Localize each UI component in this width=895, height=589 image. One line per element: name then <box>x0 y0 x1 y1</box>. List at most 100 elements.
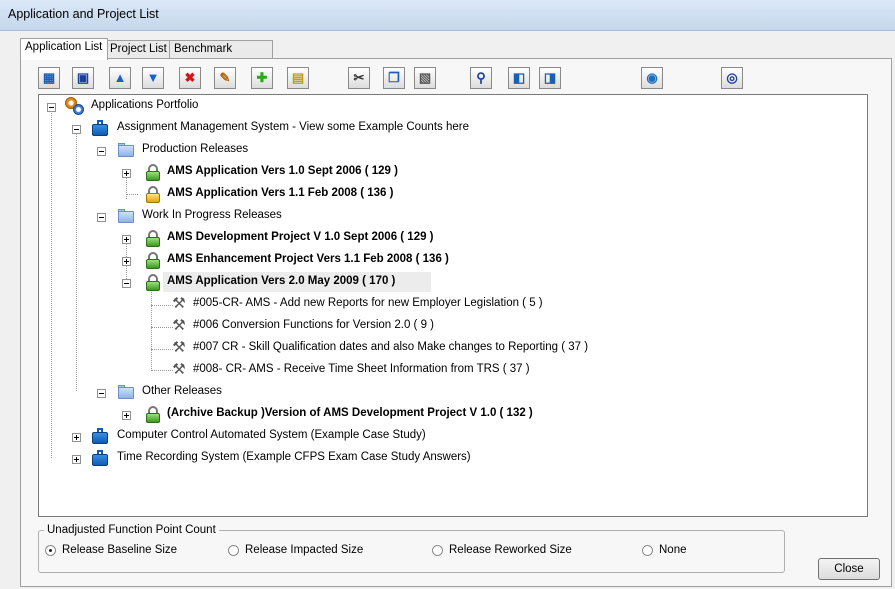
node-label: AMS Application Vers 2.0 May 2009 ( 170 … <box>167 275 396 287</box>
lock-open-icon <box>144 273 162 291</box>
node-label: (Archive Backup )Version of AMS Developm… <box>167 407 533 419</box>
window-title: Application and Project List <box>8 7 159 21</box>
arrow-up-icon: ▲ <box>113 70 127 85</box>
open-button[interactable]: ▦ <box>38 67 60 89</box>
tree-node-ams-v11[interactable]: AMS Application Vers 1.1 Feb 2008 ( 136 … <box>39 185 439 205</box>
tree-node-ams-v10[interactable]: AMS Application Vers 1.0 Sept 2006 ( 129… <box>39 163 439 183</box>
briefcase-icon <box>91 449 109 467</box>
radio-label: Release Reworked Size <box>449 544 572 556</box>
expand-toggle[interactable] <box>122 235 131 244</box>
paste-button[interactable]: ▧ <box>414 67 436 89</box>
radio-indicator[interactable] <box>432 545 443 556</box>
collapse-toggle[interactable] <box>72 125 81 134</box>
node-label: Time Recording System (Example CFPS Exam… <box>117 451 471 463</box>
next-icon: ◨ <box>543 70 557 85</box>
arrow-down-icon: ▼ <box>146 70 160 85</box>
lock-green-icon <box>144 229 162 247</box>
expand-toggle[interactable] <box>72 455 81 464</box>
change-request-icon: ⚒ <box>172 295 186 312</box>
snapshot-button[interactable]: ◉ <box>641 67 663 89</box>
expand-toggle[interactable] <box>72 433 81 442</box>
change-request-icon: ⚒ <box>172 339 186 356</box>
tree-node-ams-dev[interactable]: AMS Development Project V 1.0 Sept 2006 … <box>39 229 479 249</box>
ufp-legend: Unadjusted Function Point Count <box>44 524 219 536</box>
collapse-toggle[interactable] <box>97 213 106 222</box>
lock-green-icon <box>144 251 162 269</box>
tree-node-cr-005[interactable]: ⚒ #005-CR- AMS - Add new Reports for new… <box>39 295 542 315</box>
lock-yellow-icon <box>144 185 162 203</box>
copy-button[interactable]: ❐ <box>383 67 405 89</box>
collapse-toggle[interactable] <box>122 279 131 288</box>
tree-node-cr-007[interactable]: ⚒ #007 CR - Skill Qualification dates an… <box>39 339 599 359</box>
briefcase-icon <box>91 119 109 137</box>
title-bar: Application and Project List <box>0 0 895 31</box>
lock-green-icon <box>144 163 162 181</box>
node-label: #006 Conversion Functions for Version 2.… <box>193 319 434 331</box>
portfolio-icon <box>65 97 84 115</box>
close-button[interactable]: Close <box>818 558 880 580</box>
folder-icon <box>117 141 135 159</box>
refresh-button[interactable]: ◎ <box>721 67 743 89</box>
expand-toggle[interactable] <box>122 257 131 266</box>
refresh-icon: ◎ <box>726 70 738 85</box>
tree-node-ams[interactable]: Assignment Management System - View some… <box>39 119 469 139</box>
node-label: Computer Control Automated System (Examp… <box>117 429 426 441</box>
tree-node-production-releases[interactable]: Production Releases <box>39 141 259 161</box>
expand-toggle[interactable] <box>122 411 131 420</box>
collapse-toggle[interactable] <box>97 389 106 398</box>
previous-icon: ◧ <box>512 70 526 85</box>
edit-button[interactable]: ✎ <box>214 67 236 89</box>
tree-node-cr-006[interactable]: ⚒ #006 Conversion Functions for Version … <box>39 317 459 337</box>
tree-node-cr-008[interactable]: ⚒ #008- CR- AMS - Receive Time Sheet Inf… <box>39 361 539 381</box>
previous-button[interactable]: ◧ <box>508 67 530 89</box>
tree-node-root[interactable]: Applications Portfolio <box>39 97 239 117</box>
node-label: Production Releases <box>142 143 249 155</box>
radio-label: Release Baseline Size <box>62 544 178 556</box>
tree-node-archive[interactable]: (Archive Backup )Version of AMS Developm… <box>39 405 579 425</box>
radio-indicator[interactable] <box>45 545 56 556</box>
save-button[interactable]: ▣ <box>72 67 94 89</box>
radio-label: Release Impacted Size <box>245 544 364 556</box>
tree-node-wip-releases[interactable]: Work In Progress Releases <box>39 207 299 227</box>
node-label: #005-CR- AMS - Add new Reports for new E… <box>193 297 543 309</box>
collapse-toggle[interactable] <box>97 147 106 156</box>
tab-benchmark-metrics[interactable]: Benchmark Metrics <box>169 40 273 72</box>
tree-node-ams-v20[interactable]: AMS Application Vers 2.0 May 2009 ( 170 … <box>39 273 439 293</box>
find-button[interactable]: ⚲ <box>470 67 492 89</box>
tree-node-ams-enhancement[interactable]: AMS Enhancement Project Vers 1.1 Feb 200… <box>39 251 489 271</box>
cut-icon: ✂ <box>353 70 365 85</box>
radio-indicator[interactable] <box>642 545 653 556</box>
tab-application-list[interactable]: Application List <box>20 38 108 60</box>
change-request-icon: ⚒ <box>172 361 186 378</box>
tree-node-computer-control[interactable]: Computer Control Automated System (Examp… <box>39 427 439 447</box>
radio-label: None <box>659 544 687 556</box>
add-button[interactable]: ✚ <box>251 67 273 89</box>
tab-project-list[interactable]: Project List <box>105 40 173 59</box>
cut-button[interactable]: ✂ <box>348 67 370 89</box>
collapse-toggle[interactable] <box>47 103 56 112</box>
node-label: #007 CR - Skill Qualification dates and … <box>193 341 589 353</box>
move-up-button[interactable]: ▲ <box>109 67 131 89</box>
delete-button[interactable]: ✖ <box>179 67 201 89</box>
next-button[interactable]: ◨ <box>539 67 561 89</box>
node-label: AMS Development Project V 1.0 Sept 2006 … <box>167 231 434 243</box>
paste-icon: ▧ <box>418 70 432 85</box>
delete-icon: ✖ <box>184 70 196 85</box>
save-icon: ▣ <box>76 70 90 85</box>
tree-node-time-recording[interactable]: Time Recording System (Example CFPS Exam… <box>39 449 471 469</box>
folder-icon <box>117 383 135 401</box>
briefcase-icon <box>91 427 109 445</box>
camera-icon: ◉ <box>646 70 658 85</box>
node-label: AMS Application Vers 1.1 Feb 2008 ( 136 … <box>167 187 394 199</box>
radio-indicator[interactable] <box>228 545 239 556</box>
application-tree[interactable]: Applications Portfolio Assignment Manage… <box>38 94 868 517</box>
tree-node-other-releases[interactable]: Other Releases <box>39 383 259 403</box>
lock-green-icon <box>144 405 162 423</box>
add-icon: ✚ <box>256 70 268 85</box>
node-label: AMS Enhancement Project Vers 1.1 Feb 200… <box>167 253 449 265</box>
copy-icon: ❐ <box>388 70 400 85</box>
export-button[interactable]: ▤ <box>287 67 309 89</box>
move-down-button[interactable]: ▼ <box>142 67 164 89</box>
expand-toggle[interactable] <box>122 169 131 178</box>
change-request-icon: ⚒ <box>172 317 186 334</box>
